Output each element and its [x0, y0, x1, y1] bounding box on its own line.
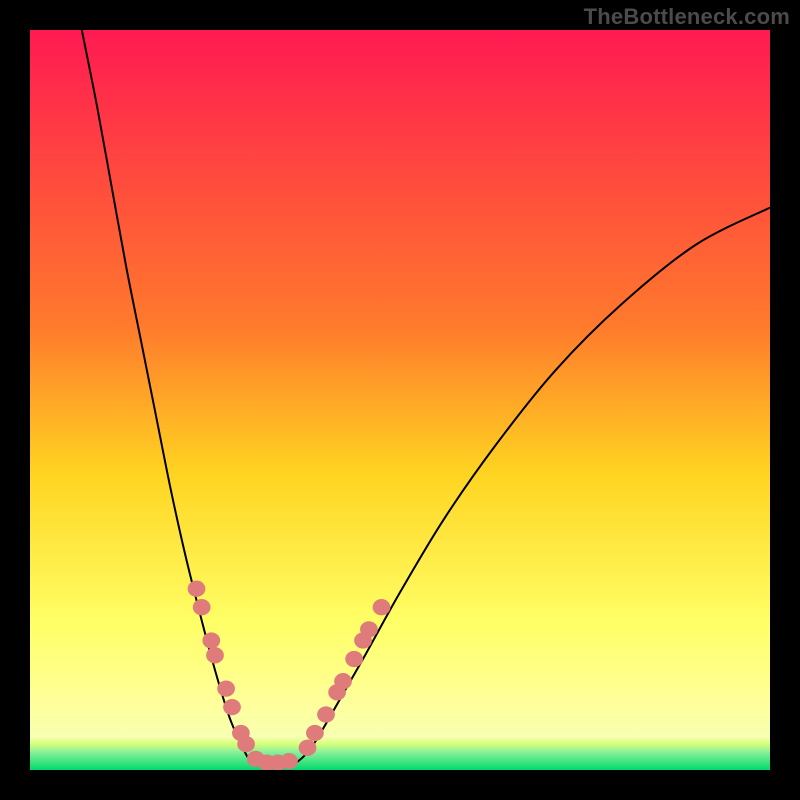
chart-background [30, 30, 770, 770]
marker-dot [280, 753, 298, 769]
marker-dot [202, 632, 220, 648]
marker-dot [317, 706, 335, 722]
marker-dot [188, 581, 206, 597]
bottleneck-chart-svg [30, 30, 770, 770]
watermark-text: TheBottleneck.com [584, 4, 790, 30]
marker-dot [237, 736, 255, 752]
marker-dot [193, 599, 211, 615]
marker-dot [373, 599, 391, 615]
marker-dot [306, 725, 324, 741]
marker-dot [223, 699, 241, 715]
marker-dot [217, 680, 235, 696]
marker-dot [206, 647, 224, 663]
marker-dot [345, 651, 363, 667]
marker-dot [334, 673, 352, 689]
marker-dot [299, 740, 317, 756]
plot-area [30, 30, 770, 770]
marker-dot [360, 621, 378, 637]
chart-frame: TheBottleneck.com [0, 0, 800, 800]
